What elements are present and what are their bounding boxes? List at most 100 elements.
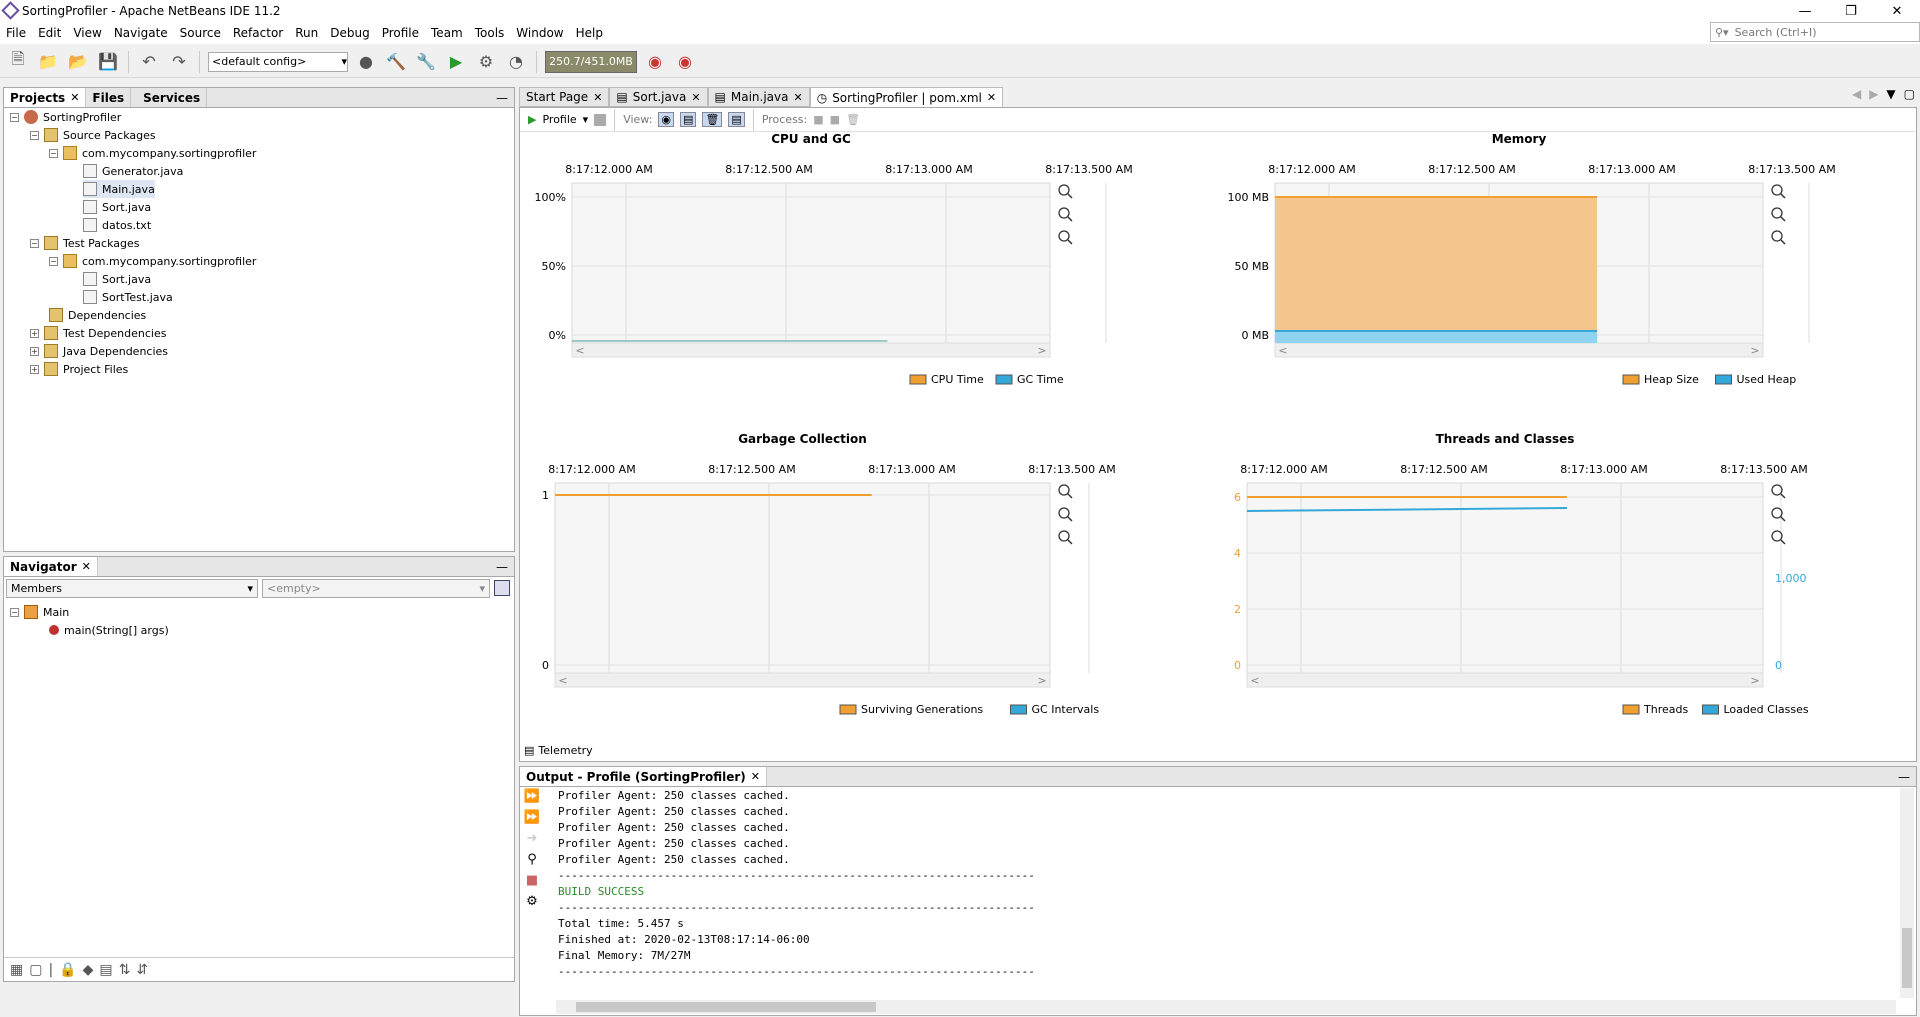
- profile-run-icon[interactable]: ▶: [528, 113, 536, 126]
- collapse-icon[interactable]: −: [49, 256, 58, 266]
- menu-team[interactable]: Team: [425, 26, 469, 40]
- collapse-icon[interactable]: −: [10, 112, 19, 122]
- close-icon[interactable]: ✕: [593, 91, 602, 104]
- config-select[interactable]: <default config> ▾: [208, 51, 348, 72]
- gc-trash-icon[interactable]: 🗑: [846, 113, 860, 126]
- tab-start-page[interactable]: Start Page ✕: [519, 87, 610, 107]
- tree-item-file[interactable]: datos.txt: [83, 216, 151, 234]
- menu-window[interactable]: Window: [510, 26, 569, 40]
- thread-dump-icon[interactable]: ■: [830, 113, 840, 126]
- close-icon[interactable]: ✕: [82, 560, 91, 573]
- settings-icon[interactable]: ⚙: [526, 894, 538, 909]
- run-icon[interactable]: ▶: [444, 50, 468, 74]
- filter-static-icon[interactable]: ▢: [29, 962, 42, 978]
- heap-dump-icon[interactable]: ■: [813, 113, 823, 126]
- stop-icon[interactable]: [594, 113, 607, 126]
- navigator-item-class[interactable]: − Main: [10, 603, 69, 621]
- collapse-icon[interactable]: −: [30, 130, 39, 140]
- menu-help[interactable]: Help: [570, 26, 609, 40]
- close-icon[interactable]: ✕: [793, 91, 802, 104]
- save-all-icon[interactable]: 💾: [96, 50, 120, 74]
- tree-item-source-packages[interactable]: − Source Packages: [30, 126, 156, 144]
- tab-navigator[interactable]: Navigator ✕: [4, 557, 98, 576]
- table-view-icon[interactable]: ▤: [728, 112, 745, 127]
- telemetry-tab[interactable]: ▤ Telemetry: [524, 741, 593, 759]
- pause-cpu-icon[interactable]: ◉: [673, 50, 697, 74]
- members-select[interactable]: Members ▾: [6, 579, 258, 598]
- new-project-icon[interactable]: 📁: [36, 50, 60, 74]
- tab-profiler[interactable]: ◷ SortingProfiler | pom.xml ✕: [809, 87, 1004, 107]
- tree-item-package[interactable]: − com.mycompany.sortingprofiler: [49, 252, 256, 270]
- clean-build-icon[interactable]: 🔧: [414, 50, 438, 74]
- close-icon[interactable]: ✕: [751, 770, 760, 783]
- pause-io-icon[interactable]: ◉: [643, 50, 667, 74]
- profile-button[interactable]: Profile: [542, 113, 576, 126]
- tab-projects[interactable]: Projects ✕: [4, 88, 87, 107]
- resume-icon[interactable]: ➜: [527, 831, 538, 846]
- profile-icon[interactable]: ◔: [504, 50, 528, 74]
- tree-item-file[interactable]: Sort.java: [83, 270, 151, 288]
- rerun-icon[interactable]: ⏩: [524, 789, 540, 804]
- tab-files[interactable]: Files: [86, 88, 132, 107]
- minimize-panel-icon[interactable]: —: [1892, 767, 1916, 786]
- collapse-icon[interactable]: −: [30, 238, 39, 248]
- filter-fields-icon[interactable]: ▦: [10, 962, 23, 978]
- tab-main-java[interactable]: ▤ Main.java ✕: [707, 87, 810, 107]
- redo-icon[interactable]: ↷: [167, 50, 191, 74]
- close-window-button[interactable]: ✕: [1874, 0, 1920, 22]
- tree-item-java-dependencies[interactable]: + Java Dependencies: [30, 342, 168, 360]
- tree-item-test-dependencies[interactable]: + Test Dependencies: [30, 324, 166, 342]
- tree-item-test-packages[interactable]: − Test Packages: [30, 234, 139, 252]
- undo-icon[interactable]: ↶: [137, 50, 161, 74]
- collapse-icon[interactable]: −: [10, 607, 19, 617]
- collapse-icon[interactable]: −: [49, 148, 58, 158]
- tree-item-package[interactable]: − com.mycompany.sortingprofiler: [49, 144, 256, 162]
- menu-debug[interactable]: Debug: [324, 26, 375, 40]
- filter-fqn-icon[interactable]: ▤: [99, 962, 112, 978]
- tree-item-file[interactable]: Sort.java: [83, 198, 151, 216]
- output-text[interactable]: Profiler Agent: 250 classes cached. Profi…: [558, 788, 1898, 988]
- rerun-goals-icon[interactable]: ⏩: [524, 810, 540, 825]
- navigator-item-method[interactable]: main(String[] args): [49, 621, 169, 639]
- menu-run[interactable]: Run: [289, 26, 324, 40]
- maximize-icon[interactable]: ▢: [1900, 87, 1919, 107]
- gc-view-icon[interactable]: 🗑: [702, 112, 723, 127]
- globe-icon[interactable]: ●: [354, 50, 378, 74]
- menu-tools[interactable]: Tools: [469, 26, 511, 40]
- tab-list-icon[interactable]: ▼: [1882, 87, 1899, 107]
- sort-name-icon[interactable]: ⇅: [119, 962, 131, 978]
- debug-icon[interactable]: ⚙: [474, 50, 498, 74]
- sort-source-icon[interactable]: ⇵: [136, 962, 148, 978]
- output-hscrollbar[interactable]: [556, 1000, 1896, 1014]
- close-icon[interactable]: ✕: [70, 91, 79, 104]
- menu-view[interactable]: View: [67, 26, 107, 40]
- threads-view-icon[interactable]: ▤: [680, 112, 697, 127]
- filter-inherited-icon[interactable]: ◆: [83, 962, 94, 978]
- build-icon[interactable]: 🔨: [384, 50, 408, 74]
- expand-icon[interactable]: +: [30, 328, 39, 338]
- stop-build-icon[interactable]: ■: [526, 873, 538, 888]
- telemetry-view-icon[interactable]: ◉: [658, 112, 675, 127]
- minimize-panel-icon[interactable]: —: [490, 88, 514, 107]
- tree-item-file[interactable]: Generator.java: [83, 162, 183, 180]
- tree-item-file[interactable]: SortTest.java: [83, 288, 173, 306]
- tab-output[interactable]: Output - Profile (SortingProfiler) ✕: [520, 767, 767, 786]
- minimize-panel-icon[interactable]: —: [490, 557, 514, 576]
- tree-item-project[interactable]: − SortingProfiler: [10, 108, 121, 126]
- scroll-tabs-right-icon[interactable]: ▶: [1865, 87, 1882, 107]
- close-icon[interactable]: ✕: [987, 91, 996, 104]
- empty-select[interactable]: <empty> ▾: [262, 579, 490, 598]
- chevron-down-icon[interactable]: ▾: [583, 113, 589, 126]
- scroll-thumb[interactable]: [1902, 928, 1912, 988]
- tree-item-file-selected[interactable]: Main.java: [83, 180, 155, 198]
- output-vscrollbar[interactable]: [1900, 788, 1914, 998]
- menu-navigate[interactable]: Navigate: [108, 26, 174, 40]
- open-project-icon[interactable]: 📂: [66, 50, 90, 74]
- menu-edit[interactable]: Edit: [32, 26, 67, 40]
- new-file-icon[interactable]: 🗎: [6, 49, 30, 74]
- filter-nonpublic-icon[interactable]: |: [48, 962, 53, 978]
- menu-profile[interactable]: Profile: [376, 26, 425, 40]
- memory-indicator[interactable]: 250.7/451.0MB: [545, 50, 637, 73]
- scroll-tabs-left-icon[interactable]: ◀: [1848, 87, 1865, 107]
- tree-item-project-files[interactable]: + Project Files: [30, 360, 128, 378]
